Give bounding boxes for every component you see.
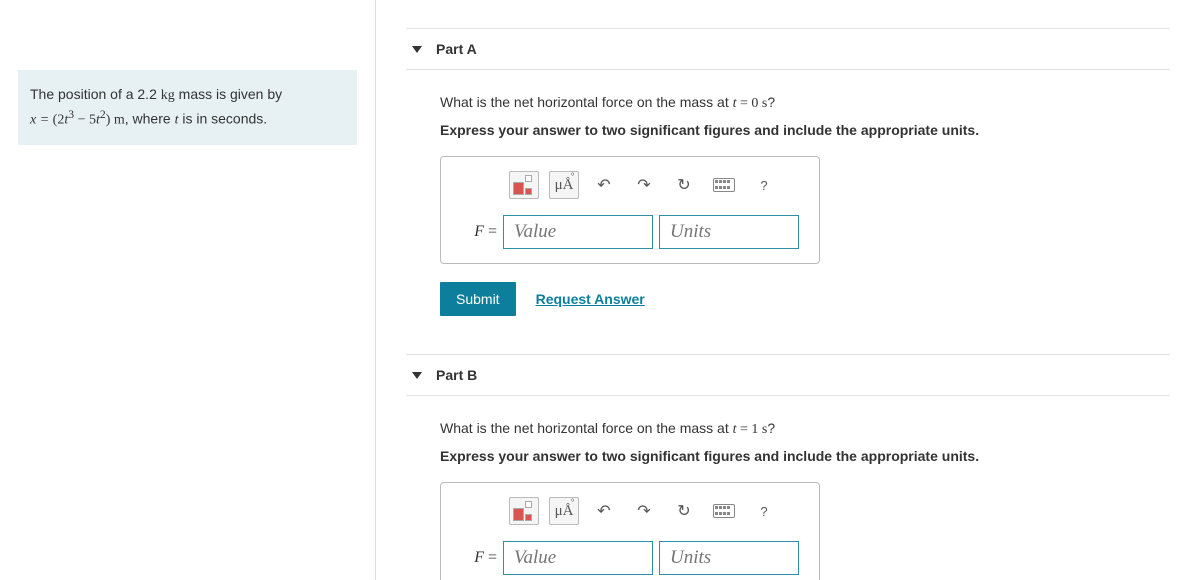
unit-kg: kg bbox=[161, 88, 175, 103]
part-b-question: What is the net horizontal force on the … bbox=[440, 420, 1164, 438]
submit-button[interactable]: Submit bbox=[440, 282, 516, 316]
problem-statement: The position of a 2.2 kg mass is given b… bbox=[18, 70, 357, 145]
part-a-answer-box: μÅ° ↶ ↷ ↻ ? F = bbox=[440, 156, 820, 264]
problem-text: The position of a 2.2 bbox=[30, 86, 161, 102]
units-input[interactable] bbox=[659, 215, 799, 249]
keyboard-icon bbox=[713, 178, 735, 192]
part-a-toolbar: μÅ° ↶ ↷ ↻ ? bbox=[509, 171, 803, 199]
help-button[interactable]: ? bbox=[749, 497, 779, 525]
part-a-instruction: Express your answer to two significant f… bbox=[440, 122, 1164, 138]
reset-button[interactable]: ↻ bbox=[669, 497, 699, 525]
redo-button[interactable]: ↷ bbox=[629, 497, 659, 525]
help-button[interactable]: ? bbox=[749, 171, 779, 199]
chevron-down-icon bbox=[412, 372, 422, 379]
undo-icon: ↶ bbox=[597, 501, 610, 521]
help-icon: ? bbox=[760, 178, 767, 193]
redo-icon: ↷ bbox=[637, 501, 650, 521]
part-a: Part A What is the net horizontal force … bbox=[406, 28, 1170, 326]
part-a-header[interactable]: Part A bbox=[406, 28, 1170, 70]
symbols-button[interactable]: μÅ° bbox=[549, 171, 579, 199]
value-input[interactable] bbox=[503, 541, 653, 575]
part-b-instruction: Express your answer to two significant f… bbox=[440, 448, 1164, 464]
part-b: Part B What is the net horizontal force … bbox=[406, 354, 1170, 580]
part-a-title: Part A bbox=[436, 41, 477, 57]
reset-icon: ↻ bbox=[677, 175, 690, 195]
reset-button[interactable]: ↻ bbox=[669, 171, 699, 199]
part-b-header[interactable]: Part B bbox=[406, 354, 1170, 396]
part-b-toolbar: μÅ° ↶ ↷ ↻ ? bbox=[509, 497, 803, 525]
template-button[interactable] bbox=[509, 171, 539, 199]
equation-lhs: x = bbox=[30, 113, 53, 128]
redo-button[interactable]: ↷ bbox=[629, 171, 659, 199]
undo-button[interactable]: ↶ bbox=[589, 171, 619, 199]
undo-icon: ↶ bbox=[597, 175, 610, 195]
keyboard-button[interactable] bbox=[709, 171, 739, 199]
part-a-question: What is the net horizontal force on the … bbox=[440, 94, 1164, 112]
chevron-down-icon bbox=[412, 46, 422, 53]
undo-button[interactable]: ↶ bbox=[589, 497, 619, 525]
template-button[interactable] bbox=[509, 497, 539, 525]
part-b-title: Part B bbox=[436, 367, 477, 383]
help-icon: ? bbox=[760, 504, 767, 519]
variable-label: F = bbox=[457, 549, 497, 567]
problem-sidebar: The position of a 2.2 kg mass is given b… bbox=[0, 0, 375, 580]
variable-label: F = bbox=[457, 223, 497, 241]
value-input[interactable] bbox=[503, 215, 653, 249]
keyboard-button[interactable] bbox=[709, 497, 739, 525]
part-b-answer-box: μÅ° ↶ ↷ ↻ ? F = bbox=[440, 482, 820, 580]
request-answer-link[interactable]: Request Answer bbox=[536, 291, 645, 307]
problem-text: mass is given by bbox=[175, 86, 282, 102]
keyboard-icon bbox=[713, 504, 735, 518]
redo-icon: ↷ bbox=[637, 175, 650, 195]
answer-area: Part A What is the net horizontal force … bbox=[375, 0, 1200, 580]
reset-icon: ↻ bbox=[677, 501, 690, 521]
symbols-button[interactable]: μÅ° bbox=[549, 497, 579, 525]
units-input[interactable] bbox=[659, 541, 799, 575]
